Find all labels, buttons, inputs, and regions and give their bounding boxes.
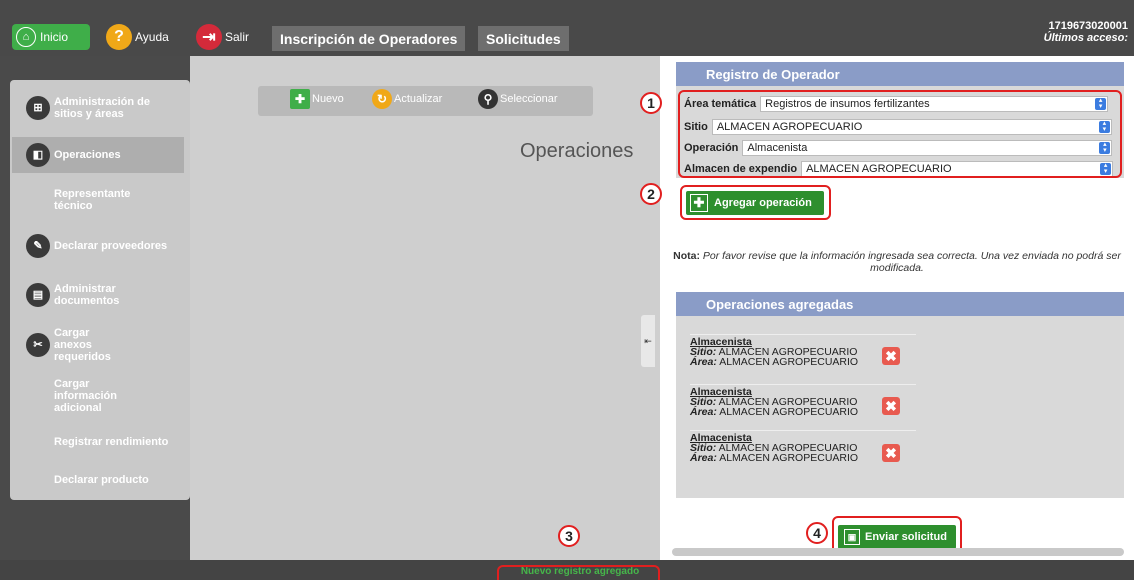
sidebar-item-rendimiento[interactable]: Registrar rendimiento: [6, 434, 184, 450]
area-field-label: Área:: [690, 406, 717, 418]
operaciones-agregadas-header: Operaciones agregadas: [676, 292, 1124, 316]
delete-button[interactable]: ✖: [882, 347, 900, 365]
annotation-number-2: 2: [640, 183, 662, 205]
area-field-label: Área:: [690, 452, 717, 464]
sitemap-icon: ⊞: [26, 96, 50, 120]
refresh-icon: ↻: [372, 89, 392, 109]
salir-label: Salir: [225, 30, 250, 44]
area-value: ALMACEN AGROPECUARIO: [719, 452, 859, 464]
help-icon: ?: [106, 24, 132, 50]
seleccionar-button[interactable]: ⚲ Seleccionar: [478, 89, 557, 109]
collapse-arrow-icon: ⇤: [644, 335, 652, 346]
nuevo-label: Nuevo: [312, 93, 344, 105]
note-prefix: Nota:: [673, 250, 700, 262]
collapse-panel-handle[interactable]: ⇤: [641, 315, 655, 367]
horizontal-scrollbar[interactable]: [672, 548, 1124, 556]
close-icon: ✖: [885, 444, 897, 461]
close-icon: ✖: [885, 347, 897, 364]
paperclip-icon: ✂: [26, 333, 50, 357]
actualizar-label: Actualizar: [394, 93, 443, 105]
seleccionar-label: Seleccionar: [500, 93, 558, 105]
sidebar-item-label: Cargar información adicional: [54, 378, 117, 414]
sidebar-item-producto[interactable]: Declarar producto: [6, 472, 184, 488]
main-content: [190, 56, 660, 560]
annotation-box-3: [497, 565, 660, 580]
user-id: 1719673020001: [1048, 20, 1128, 32]
user-info: 1719673020001 Últimos acceso:: [1044, 20, 1128, 44]
sidebar-item-representante[interactable]: Representante técnico: [6, 186, 184, 214]
annotation-box-2: [680, 185, 831, 220]
inicio-label: Inicio: [40, 30, 69, 44]
sidebar-item-informacion[interactable]: Cargar información adicional: [6, 378, 184, 414]
annotation-box-1: [678, 90, 1122, 178]
salir-button[interactable]: ⇥ Salir: [196, 22, 249, 52]
sidebar-item-label: Representante técnico: [54, 188, 131, 212]
area-value: ALMACEN AGROPECUARIO: [719, 406, 859, 418]
plus-icon: ✚: [290, 89, 310, 109]
sidebar-item-label: Operaciones: [54, 149, 121, 161]
actualizar-button[interactable]: ↻ Actualizar: [372, 89, 442, 109]
note: Nota: Por favor revise que la informació…: [672, 250, 1122, 274]
sidebar-item-label: Cargar anexos requeridos: [54, 327, 111, 363]
sidebar-item-label: Administrar documentos: [54, 283, 120, 307]
tab-inscripcion-operadores[interactable]: Inscripción de Operadores: [272, 26, 466, 51]
page-title: Operaciones: [520, 140, 634, 162]
sidebar-item-anexos[interactable]: ✂ Cargar anexos requeridos: [6, 327, 184, 363]
inicio-button[interactable]: ⌂ Inicio: [12, 22, 93, 52]
ayuda-label: Ayuda: [135, 30, 169, 44]
close-icon: ✖: [885, 397, 897, 414]
sidebar-item-operaciones[interactable]: ◧ Operaciones: [12, 137, 184, 173]
delete-button[interactable]: ✖: [882, 444, 900, 462]
last-access-label: Últimos acceso:: [1043, 32, 1128, 44]
delete-button[interactable]: ✖: [882, 397, 900, 415]
home-icon: ⌂: [16, 27, 36, 47]
provider-icon: ✎: [26, 234, 50, 258]
select-icon: ⚲: [478, 89, 498, 109]
sidebar-item-documentos[interactable]: ▤ Administrar documentos: [6, 280, 184, 310]
documents-icon: ▤: [26, 283, 50, 307]
annotation-number-1: 1: [640, 92, 662, 114]
sidebar-item-proveedores[interactable]: ✎ Declarar proveedores: [6, 233, 184, 259]
sidebar-item-sitios[interactable]: ⊞ Administración de sitios y áreas: [6, 94, 184, 122]
nuevo-button[interactable]: ✚ Nuevo: [290, 89, 344, 109]
sidebar-item-label: Registrar rendimiento: [54, 436, 169, 448]
tab-solicitudes[interactable]: Solicitudes: [478, 26, 569, 51]
area-value: ALMACEN AGROPECUARIO: [719, 356, 859, 368]
sidebar-item-label: Declarar proveedores: [54, 240, 168, 252]
operations-icon: ◧: [26, 143, 50, 167]
ayuda-button[interactable]: ? Ayuda: [106, 22, 169, 52]
sidebar-item-label: Declarar producto: [54, 474, 149, 486]
registro-header: Registro de Operador: [676, 62, 1124, 86]
area-field-label: Área:: [690, 356, 717, 368]
sidebar-item-label: Administración de sitios y áreas: [54, 96, 150, 120]
annotation-number-3: 3: [558, 525, 580, 547]
note-text: Por favor revise que la información ingr…: [702, 250, 1121, 274]
logout-icon: ⇥: [196, 24, 222, 50]
annotation-number-4: 4: [806, 522, 828, 544]
